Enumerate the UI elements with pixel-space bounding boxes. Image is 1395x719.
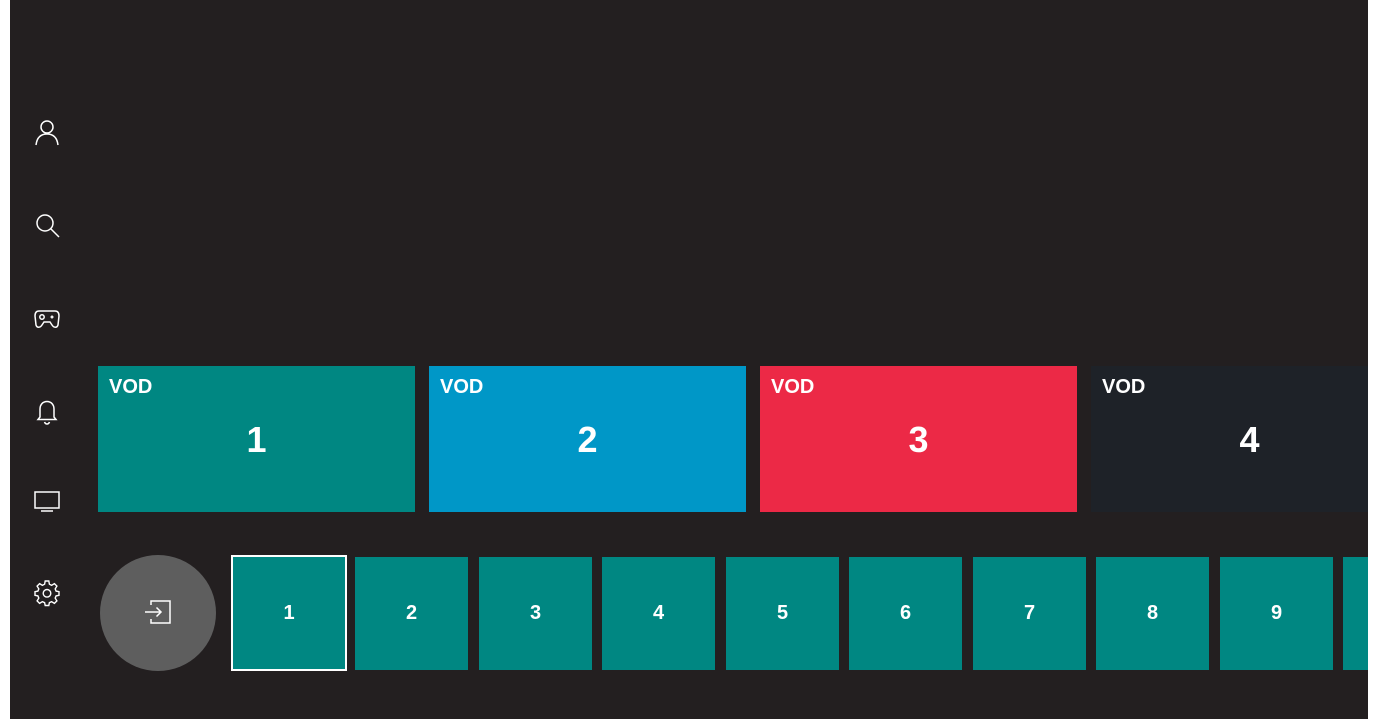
channel-tile-2[interactable]: 2: [355, 557, 468, 670]
channel-number: 8: [1146, 602, 1159, 624]
channel-number: 9: [1270, 602, 1283, 624]
vod-tile-2[interactable]: VOD 2: [429, 366, 746, 512]
bell-icon[interactable]: [32, 396, 62, 426]
channel-tile-8[interactable]: 8: [1096, 557, 1209, 670]
channel-tile-9[interactable]: 9: [1220, 557, 1333, 670]
gamepad-icon[interactable]: [32, 303, 62, 333]
vod-label: VOD: [440, 376, 484, 398]
input-source-icon: [145, 600, 171, 624]
gear-icon[interactable]: [32, 577, 62, 607]
vod-label: VOD: [109, 376, 153, 398]
channel-tile-1[interactable]: 1: [231, 555, 347, 671]
tv-icon[interactable]: [32, 486, 62, 516]
channel-number: 2: [405, 602, 418, 624]
profile-icon[interactable]: [32, 117, 62, 147]
channel-tile-7[interactable]: 7: [973, 557, 1086, 670]
vod-label: VOD: [1102, 376, 1146, 398]
tv-home-screen: VOD 1 VOD 2 VOD 3 VOD 4 1 2 3 4 5 6 7 8 …: [10, 0, 1368, 719]
channel-number: 5: [776, 602, 789, 624]
search-icon[interactable]: [32, 210, 62, 240]
vod-tile-4[interactable]: VOD 4: [1091, 366, 1368, 512]
channel-tile-5[interactable]: 5: [726, 557, 839, 670]
channel-tile-6[interactable]: 6: [849, 557, 962, 670]
vod-label: VOD: [771, 376, 815, 398]
channel-number: 3: [529, 602, 542, 624]
vod-number: 4: [1239, 419, 1260, 460]
vod-tile-1[interactable]: VOD 1: [98, 366, 415, 512]
channel-number: 6: [899, 602, 912, 624]
channel-number: 7: [1023, 602, 1036, 624]
channel-number: 1: [283, 601, 295, 624]
vod-number: 1: [246, 419, 267, 460]
channel-tile-4[interactable]: 4: [602, 557, 715, 670]
channel-number: 4: [652, 602, 665, 624]
input-source-button[interactable]: [100, 555, 216, 671]
vod-tile-3[interactable]: VOD 3: [760, 366, 1077, 512]
channel-tile-partial[interactable]: [1343, 557, 1368, 670]
channel-tile-3[interactable]: 3: [479, 557, 592, 670]
vod-number: 2: [577, 419, 598, 460]
vod-number: 3: [908, 419, 929, 460]
